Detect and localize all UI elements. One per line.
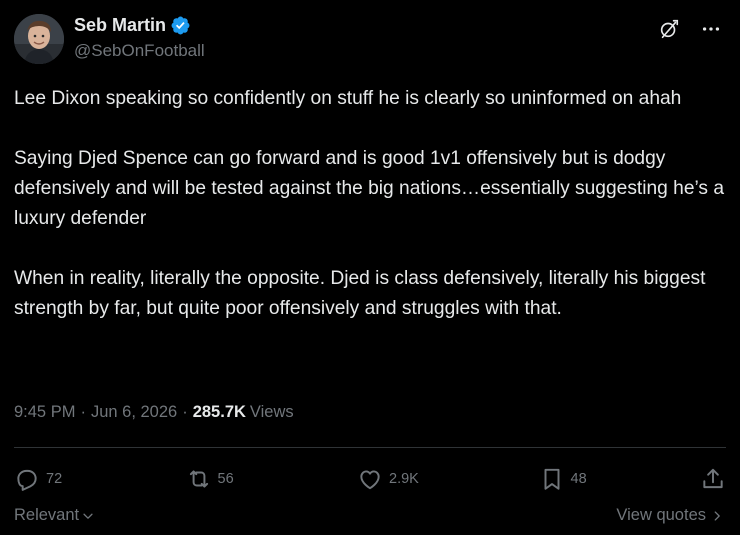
like-count: 2.9K — [389, 471, 419, 487]
bookmark-count: 48 — [570, 471, 587, 487]
repost-button[interactable]: 56 — [186, 466, 276, 492]
chevron-down-icon — [83, 513, 93, 519]
verified-badge-icon — [170, 15, 191, 36]
divider — [14, 447, 726, 448]
display-name[interactable]: Seb Martin — [74, 15, 166, 36]
avatar-image — [14, 14, 64, 64]
reply-button[interactable]: 72 — [14, 466, 104, 492]
tweet-time[interactable]: 9:45 PM — [14, 403, 75, 422]
view-quotes-link[interactable]: View quotes — [616, 506, 724, 525]
meta-separator: · — [182, 403, 188, 421]
tweet-card: Seb Martin @SebOnFootball Lee Dixon spea… — [0, 0, 740, 535]
more-icon[interactable] — [700, 18, 722, 40]
like-button[interactable]: 2.9K — [357, 466, 457, 492]
tweet-text: Lee Dixon speaking so confidently on stu… — [14, 88, 725, 319]
repost-count: 56 — [217, 471, 234, 487]
avatar[interactable] — [14, 14, 64, 64]
bookmark-button[interactable]: 48 — [539, 466, 619, 492]
sort-label: Relevant — [14, 506, 80, 524]
chevron-right-icon — [714, 510, 720, 521]
reply-count: 72 — [46, 471, 63, 487]
bookmark-icon — [544, 468, 559, 490]
share-icon — [703, 468, 723, 489]
action-bar: 72 56 2.9K 48 — [14, 462, 726, 496]
grok-icon[interactable] — [658, 18, 680, 40]
handle[interactable]: @SebOnFootball — [74, 41, 205, 61]
repost-icon — [189, 470, 208, 488]
share-button[interactable] — [700, 466, 726, 492]
sort-dropdown[interactable]: Relevant — [14, 506, 95, 525]
header-actions — [658, 18, 722, 40]
views-count[interactable]: 285.7K — [193, 403, 246, 422]
tweet-date[interactable]: Jun 6, 2026 — [91, 403, 177, 422]
heart-icon — [360, 470, 380, 490]
author-info: Seb Martin @SebOnFootball — [74, 14, 205, 61]
views-label: Views — [249, 403, 294, 421]
meta-separator: · — [80, 403, 86, 421]
tweet-meta: 9:45 PM · Jun 6, 2026 · 285.7K Views — [14, 403, 294, 422]
view-quotes-label: View quotes — [616, 506, 706, 524]
reply-icon — [17, 469, 37, 491]
tweet-footer: Relevant View quotes — [14, 506, 724, 525]
